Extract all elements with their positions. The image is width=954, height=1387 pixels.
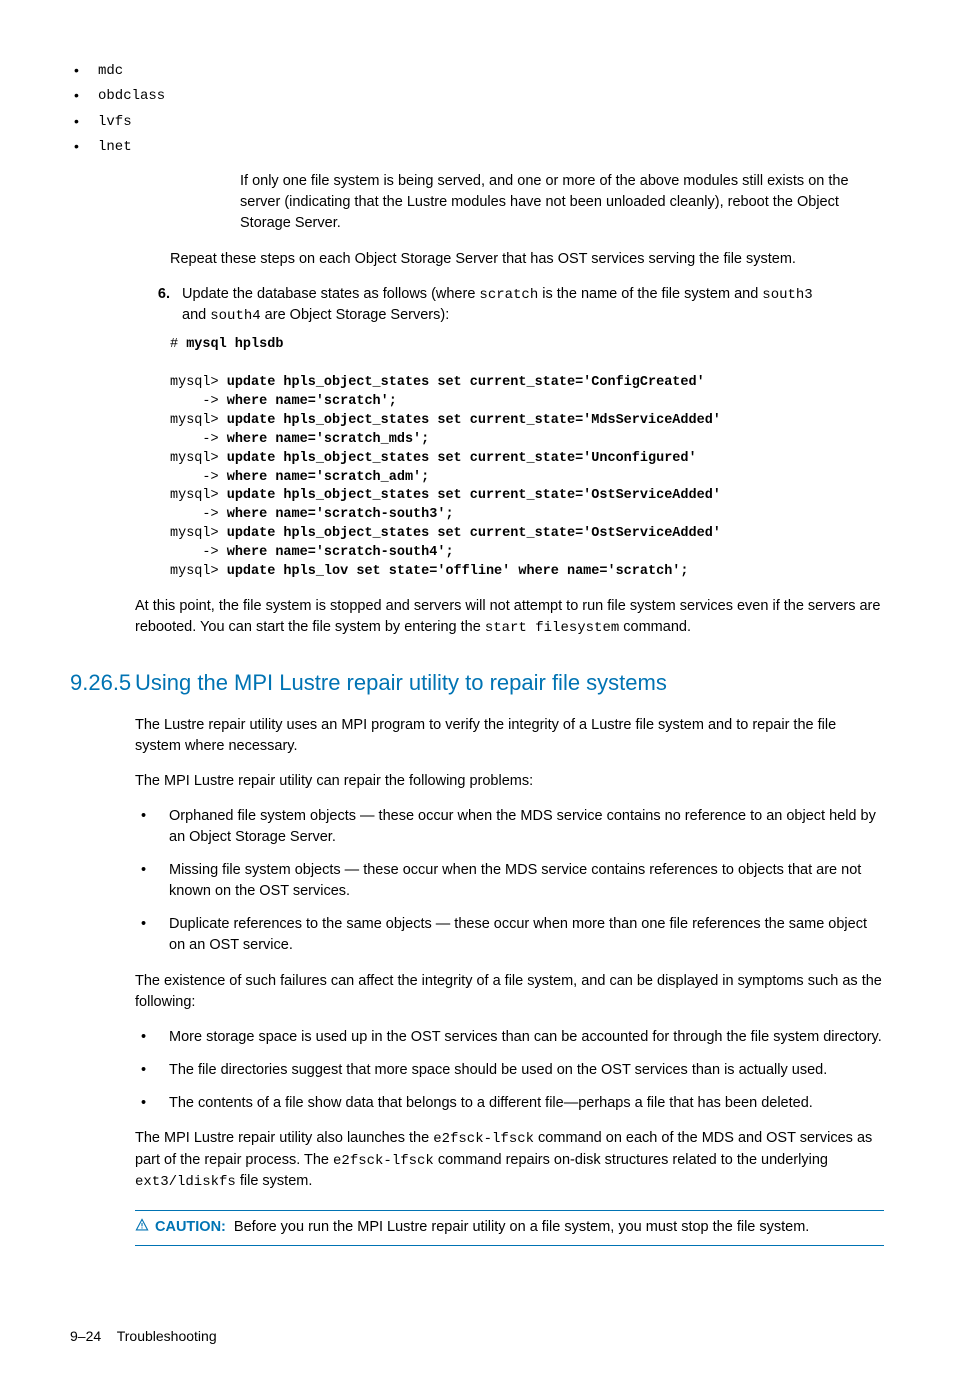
list-item: lvfs xyxy=(70,111,884,132)
module-name: lvfs xyxy=(98,114,132,130)
inline-code: e2fsck-lfsck xyxy=(333,1153,434,1169)
repeat-steps-note: Repeat these steps on each Object Storag… xyxy=(170,249,884,270)
list-item: Missing file system objects — these occu… xyxy=(135,860,884,902)
module-list: mdc obdclass lvfs lnet xyxy=(70,60,884,157)
caution-label: CAUTION: xyxy=(155,1219,226,1235)
inline-code: south4 xyxy=(210,308,260,324)
page-footer: 9–24 Troubleshooting xyxy=(70,1326,884,1346)
list-item: The contents of a file show data that be… xyxy=(135,1093,884,1114)
inline-code: scratch xyxy=(479,287,538,303)
section-para: The MPI Lustre repair utility can repair… xyxy=(135,771,884,792)
inline-code: ext3/ldiskfs xyxy=(135,1174,236,1190)
list-item: More storage space is used up in the OST… xyxy=(135,1027,884,1048)
step-text: is the name of the file system and xyxy=(538,286,762,302)
inline-code: e2fsck-lfsck xyxy=(433,1131,534,1147)
list-item: Orphaned file system objects — these occ… xyxy=(135,806,884,848)
caution-icon xyxy=(135,1218,153,1239)
step-text: are Object Storage Servers): xyxy=(261,307,450,323)
list-item: mdc xyxy=(70,60,884,81)
inline-code: start filesystem xyxy=(485,620,619,636)
text: command. xyxy=(619,619,691,635)
code-block: # mysql hplsdb mysql> update hpls_object… xyxy=(170,336,884,582)
problem-list: Orphaned file system objects — these occ… xyxy=(135,806,884,956)
text: command repairs on-disk structures relat… xyxy=(434,1152,828,1168)
module-name: lnet xyxy=(98,139,132,155)
after-code-para: At this point, the file system is stoppe… xyxy=(135,596,884,638)
text: file system. xyxy=(236,1173,313,1189)
section-para: The Lustre repair utility uses an MPI pr… xyxy=(135,715,884,757)
module-note: If only one file system is being served,… xyxy=(240,171,884,234)
section-para: The existence of such failures can affec… xyxy=(135,971,884,1013)
section-title: Using the MPI Lustre repair utility to r… xyxy=(135,667,667,699)
section-number: 9.26.5 xyxy=(70,667,135,699)
step-number: 6. xyxy=(130,284,182,305)
module-name: obdclass xyxy=(98,88,165,104)
caution-text: Before you run the MPI Lustre repair uti… xyxy=(230,1219,809,1235)
step-body: Update the database states as follows (w… xyxy=(182,284,884,327)
section-heading: 9.26.5 Using the MPI Lustre repair utili… xyxy=(70,667,884,699)
chapter-name: Troubleshooting xyxy=(117,1328,217,1344)
inline-code: south3 xyxy=(762,287,812,303)
list-item: lnet xyxy=(70,136,884,157)
step-6: 6. Update the database states as follows… xyxy=(130,284,884,327)
list-item: obdclass xyxy=(70,85,884,106)
page-number: 9–24 xyxy=(70,1328,101,1344)
module-name: mdc xyxy=(98,63,123,79)
step-text: and xyxy=(182,307,210,323)
list-item: The file directories suggest that more s… xyxy=(135,1060,884,1081)
symptom-list: More storage space is used up in the OST… xyxy=(135,1027,884,1114)
step-text: Update the database states as follows (w… xyxy=(182,286,479,302)
text: The MPI Lustre repair utility also launc… xyxy=(135,1130,433,1146)
section-para: The MPI Lustre repair utility also launc… xyxy=(135,1128,884,1192)
list-item: Duplicate references to the same objects… xyxy=(135,914,884,956)
caution-content: CAUTION: Before you run the MPI Lustre r… xyxy=(155,1217,809,1238)
caution-box: CAUTION: Before you run the MPI Lustre r… xyxy=(135,1210,884,1246)
